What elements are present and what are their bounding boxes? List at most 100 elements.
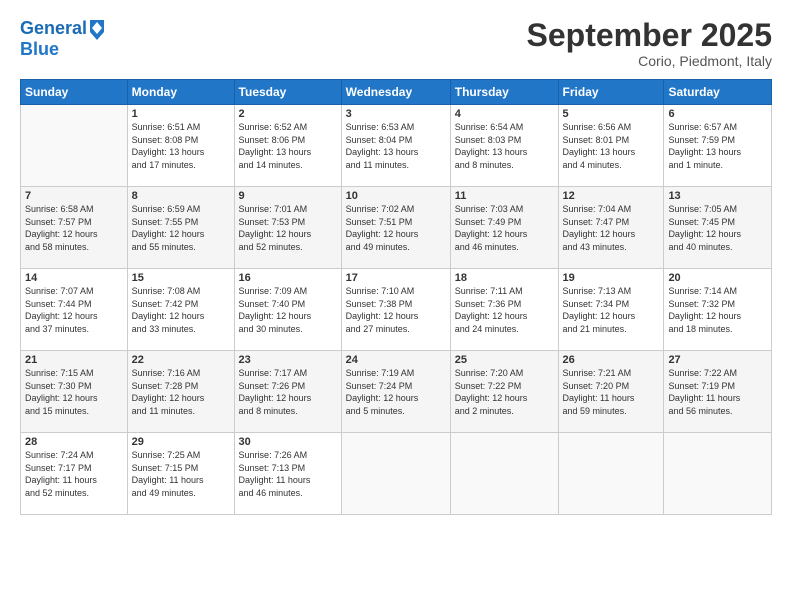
calendar-cell: 17Sunrise: 7:10 AM Sunset: 7:38 PM Dayli…	[341, 269, 450, 351]
day-info: Sunrise: 7:14 AM Sunset: 7:32 PM Dayligh…	[668, 285, 767, 335]
day-number: 6	[668, 108, 767, 120]
day-info: Sunrise: 6:57 AM Sunset: 7:59 PM Dayligh…	[668, 121, 767, 171]
calendar-week-row: 28Sunrise: 7:24 AM Sunset: 7:17 PM Dayli…	[21, 433, 772, 515]
day-number: 16	[239, 272, 337, 284]
calendar-cell: 8Sunrise: 6:59 AM Sunset: 7:55 PM Daylig…	[127, 187, 234, 269]
day-number: 28	[25, 436, 123, 448]
day-number: 25	[455, 354, 554, 366]
day-number: 3	[346, 108, 446, 120]
calendar-cell: 29Sunrise: 7:25 AM Sunset: 7:15 PM Dayli…	[127, 433, 234, 515]
weekday-header-wednesday: Wednesday	[341, 80, 450, 105]
calendar-cell: 30Sunrise: 7:26 AM Sunset: 7:13 PM Dayli…	[234, 433, 341, 515]
day-info: Sunrise: 7:13 AM Sunset: 7:34 PM Dayligh…	[563, 285, 660, 335]
day-info: Sunrise: 7:11 AM Sunset: 7:36 PM Dayligh…	[455, 285, 554, 335]
day-info: Sunrise: 6:58 AM Sunset: 7:57 PM Dayligh…	[25, 203, 123, 253]
calendar-cell: 20Sunrise: 7:14 AM Sunset: 7:32 PM Dayli…	[664, 269, 772, 351]
calendar-week-row: 21Sunrise: 7:15 AM Sunset: 7:30 PM Dayli…	[21, 351, 772, 433]
day-info: Sunrise: 6:54 AM Sunset: 8:03 PM Dayligh…	[455, 121, 554, 171]
day-number: 19	[563, 272, 660, 284]
day-number: 15	[132, 272, 230, 284]
calendar-week-row: 7Sunrise: 6:58 AM Sunset: 7:57 PM Daylig…	[21, 187, 772, 269]
calendar-cell: 16Sunrise: 7:09 AM Sunset: 7:40 PM Dayli…	[234, 269, 341, 351]
weekday-header-sunday: Sunday	[21, 80, 128, 105]
calendar-cell	[450, 433, 558, 515]
calendar-week-row: 1Sunrise: 6:51 AM Sunset: 8:08 PM Daylig…	[21, 105, 772, 187]
day-info: Sunrise: 6:56 AM Sunset: 8:01 PM Dayligh…	[563, 121, 660, 171]
calendar-cell: 25Sunrise: 7:20 AM Sunset: 7:22 PM Dayli…	[450, 351, 558, 433]
day-number: 1	[132, 108, 230, 120]
day-info: Sunrise: 7:02 AM Sunset: 7:51 PM Dayligh…	[346, 203, 446, 253]
calendar-cell: 11Sunrise: 7:03 AM Sunset: 7:49 PM Dayli…	[450, 187, 558, 269]
month-title: September 2025	[527, 18, 772, 53]
day-number: 12	[563, 190, 660, 202]
day-number: 5	[563, 108, 660, 120]
location-subtitle: Corio, Piedmont, Italy	[527, 53, 772, 69]
day-info: Sunrise: 7:09 AM Sunset: 7:40 PM Dayligh…	[239, 285, 337, 335]
calendar-cell: 3Sunrise: 6:53 AM Sunset: 8:04 PM Daylig…	[341, 105, 450, 187]
day-number: 22	[132, 354, 230, 366]
weekday-header-saturday: Saturday	[664, 80, 772, 105]
logo: General Blue	[20, 18, 106, 60]
calendar-cell: 12Sunrise: 7:04 AM Sunset: 7:47 PM Dayli…	[558, 187, 664, 269]
calendar-cell: 19Sunrise: 7:13 AM Sunset: 7:34 PM Dayli…	[558, 269, 664, 351]
calendar-table: SundayMondayTuesdayWednesdayThursdayFrid…	[20, 79, 772, 515]
day-number: 30	[239, 436, 337, 448]
day-number: 10	[346, 190, 446, 202]
calendar-cell: 22Sunrise: 7:16 AM Sunset: 7:28 PM Dayli…	[127, 351, 234, 433]
calendar-cell	[664, 433, 772, 515]
calendar-cell: 21Sunrise: 7:15 AM Sunset: 7:30 PM Dayli…	[21, 351, 128, 433]
day-info: Sunrise: 7:26 AM Sunset: 7:13 PM Dayligh…	[239, 449, 337, 499]
calendar-cell: 28Sunrise: 7:24 AM Sunset: 7:17 PM Dayli…	[21, 433, 128, 515]
day-info: Sunrise: 7:10 AM Sunset: 7:38 PM Dayligh…	[346, 285, 446, 335]
calendar-cell: 13Sunrise: 7:05 AM Sunset: 7:45 PM Dayli…	[664, 187, 772, 269]
day-info: Sunrise: 7:15 AM Sunset: 7:30 PM Dayligh…	[25, 367, 123, 417]
day-number: 11	[455, 190, 554, 202]
day-number: 8	[132, 190, 230, 202]
day-info: Sunrise: 6:59 AM Sunset: 7:55 PM Dayligh…	[132, 203, 230, 253]
day-number: 18	[455, 272, 554, 284]
day-info: Sunrise: 7:03 AM Sunset: 7:49 PM Dayligh…	[455, 203, 554, 253]
day-number: 27	[668, 354, 767, 366]
page: General Blue September 2025 Corio, Piedm…	[0, 0, 792, 612]
day-info: Sunrise: 7:08 AM Sunset: 7:42 PM Dayligh…	[132, 285, 230, 335]
weekday-header-thursday: Thursday	[450, 80, 558, 105]
day-number: 14	[25, 272, 123, 284]
day-info: Sunrise: 7:05 AM Sunset: 7:45 PM Dayligh…	[668, 203, 767, 253]
calendar-cell: 2Sunrise: 6:52 AM Sunset: 8:06 PM Daylig…	[234, 105, 341, 187]
weekday-header-monday: Monday	[127, 80, 234, 105]
logo-text: General	[20, 19, 87, 39]
calendar-cell: 15Sunrise: 7:08 AM Sunset: 7:42 PM Dayli…	[127, 269, 234, 351]
calendar-cell: 7Sunrise: 6:58 AM Sunset: 7:57 PM Daylig…	[21, 187, 128, 269]
calendar-cell	[341, 433, 450, 515]
day-info: Sunrise: 6:52 AM Sunset: 8:06 PM Dayligh…	[239, 121, 337, 171]
calendar-cell: 1Sunrise: 6:51 AM Sunset: 8:08 PM Daylig…	[127, 105, 234, 187]
day-number: 29	[132, 436, 230, 448]
day-info: Sunrise: 6:53 AM Sunset: 8:04 PM Dayligh…	[346, 121, 446, 171]
calendar-cell: 4Sunrise: 6:54 AM Sunset: 8:03 PM Daylig…	[450, 105, 558, 187]
weekday-header-tuesday: Tuesday	[234, 80, 341, 105]
weekday-header-friday: Friday	[558, 80, 664, 105]
day-number: 7	[25, 190, 123, 202]
calendar-cell: 18Sunrise: 7:11 AM Sunset: 7:36 PM Dayli…	[450, 269, 558, 351]
day-info: Sunrise: 7:25 AM Sunset: 7:15 PM Dayligh…	[132, 449, 230, 499]
calendar-cell: 24Sunrise: 7:19 AM Sunset: 7:24 PM Dayli…	[341, 351, 450, 433]
calendar-cell: 5Sunrise: 6:56 AM Sunset: 8:01 PM Daylig…	[558, 105, 664, 187]
day-info: Sunrise: 7:20 AM Sunset: 7:22 PM Dayligh…	[455, 367, 554, 417]
day-number: 9	[239, 190, 337, 202]
calendar-cell	[21, 105, 128, 187]
calendar-cell: 27Sunrise: 7:22 AM Sunset: 7:19 PM Dayli…	[664, 351, 772, 433]
day-info: Sunrise: 7:22 AM Sunset: 7:19 PM Dayligh…	[668, 367, 767, 417]
day-info: Sunrise: 7:16 AM Sunset: 7:28 PM Dayligh…	[132, 367, 230, 417]
day-number: 24	[346, 354, 446, 366]
day-info: Sunrise: 7:04 AM Sunset: 7:47 PM Dayligh…	[563, 203, 660, 253]
day-info: Sunrise: 7:21 AM Sunset: 7:20 PM Dayligh…	[563, 367, 660, 417]
day-number: 26	[563, 354, 660, 366]
title-block: September 2025 Corio, Piedmont, Italy	[527, 18, 772, 69]
day-number: 17	[346, 272, 446, 284]
day-info: Sunrise: 6:51 AM Sunset: 8:08 PM Dayligh…	[132, 121, 230, 171]
calendar-cell: 23Sunrise: 7:17 AM Sunset: 7:26 PM Dayli…	[234, 351, 341, 433]
calendar-cell: 6Sunrise: 6:57 AM Sunset: 7:59 PM Daylig…	[664, 105, 772, 187]
logo-text-blue: Blue	[20, 40, 106, 60]
day-info: Sunrise: 7:19 AM Sunset: 7:24 PM Dayligh…	[346, 367, 446, 417]
day-number: 2	[239, 108, 337, 120]
